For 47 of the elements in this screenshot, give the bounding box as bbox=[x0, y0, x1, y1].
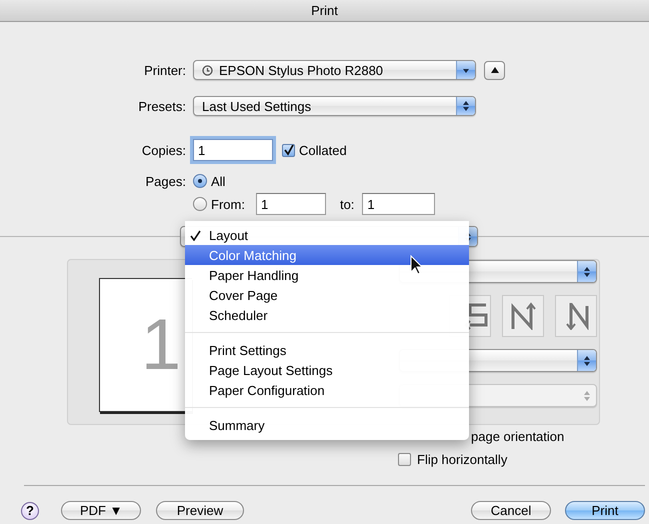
radio-label: From: bbox=[211, 196, 245, 212]
up-triangle-icon bbox=[490, 67, 498, 73]
circle-icon bbox=[202, 64, 213, 76]
menu-item[interactable]: Paper Handling bbox=[185, 265, 469, 285]
up-down-arrows-icon bbox=[583, 390, 591, 402]
expand-button[interactable] bbox=[484, 60, 505, 80]
dialog-button[interactable]: Print bbox=[565, 501, 645, 520]
menu-item[interactable]: Cover Page bbox=[185, 285, 469, 305]
window-title: Print bbox=[0, 0, 649, 22]
pointer-icon bbox=[410, 255, 423, 275]
option-label: Flip horizontally bbox=[417, 452, 508, 467]
presets-popup[interactable]: Last Used Settings bbox=[193, 96, 476, 116]
dialog-button[interactable]: Cancel bbox=[471, 501, 551, 520]
menu-item[interactable]: Page Layout Settings bbox=[185, 360, 469, 380]
check-icon bbox=[283, 144, 294, 156]
n-up-arrows-icon bbox=[510, 302, 536, 330]
menu-item[interactable]: Print Settings bbox=[185, 340, 469, 360]
menu-item[interactable]: Color Matching bbox=[185, 245, 469, 265]
to-label: to: bbox=[340, 196, 354, 212]
up-down-arrows-icon bbox=[583, 354, 591, 366]
pages-label: Pages: bbox=[144, 174, 187, 188]
printer-popup[interactable]: EPSON Stylus Photo R2880 bbox=[193, 60, 476, 80]
radio-label: All bbox=[211, 174, 226, 188]
menu-item[interactable]: Paper Configuration bbox=[185, 380, 469, 400]
copies-label: Copies: bbox=[140, 142, 187, 158]
collated-checkbox[interactable] bbox=[282, 144, 295, 156]
n-down-arrows-icon bbox=[564, 302, 588, 330]
option-label: page orientation bbox=[471, 429, 564, 444]
radio-button[interactable] bbox=[193, 174, 207, 188]
menu-item[interactable]: Summary bbox=[185, 415, 469, 435]
check-icon bbox=[190, 230, 201, 240]
up-down-arrows-icon bbox=[583, 266, 591, 278]
presets-label: Presets: bbox=[137, 98, 187, 114]
copies-field[interactable]: 1 bbox=[193, 139, 273, 161]
radio-button[interactable] bbox=[193, 197, 207, 211]
dialog-button[interactable]: PDF ▼ bbox=[61, 501, 141, 520]
menu-item[interactable]: Scheduler bbox=[185, 305, 469, 325]
collated-label: Collated bbox=[299, 142, 347, 158]
up-down-arrows-icon bbox=[462, 100, 470, 112]
dialog-button[interactable]: Preview bbox=[156, 501, 244, 520]
checkbox[interactable] bbox=[398, 453, 411, 466]
help-button[interactable]: ? bbox=[21, 502, 39, 520]
to-field[interactable]: 1 bbox=[362, 193, 436, 215]
page-number: 1 bbox=[140, 304, 182, 386]
from-field[interactable]: 1 bbox=[256, 193, 326, 215]
menu-item[interactable]: Layout bbox=[185, 225, 469, 245]
printer-label: Printer: bbox=[143, 62, 187, 78]
